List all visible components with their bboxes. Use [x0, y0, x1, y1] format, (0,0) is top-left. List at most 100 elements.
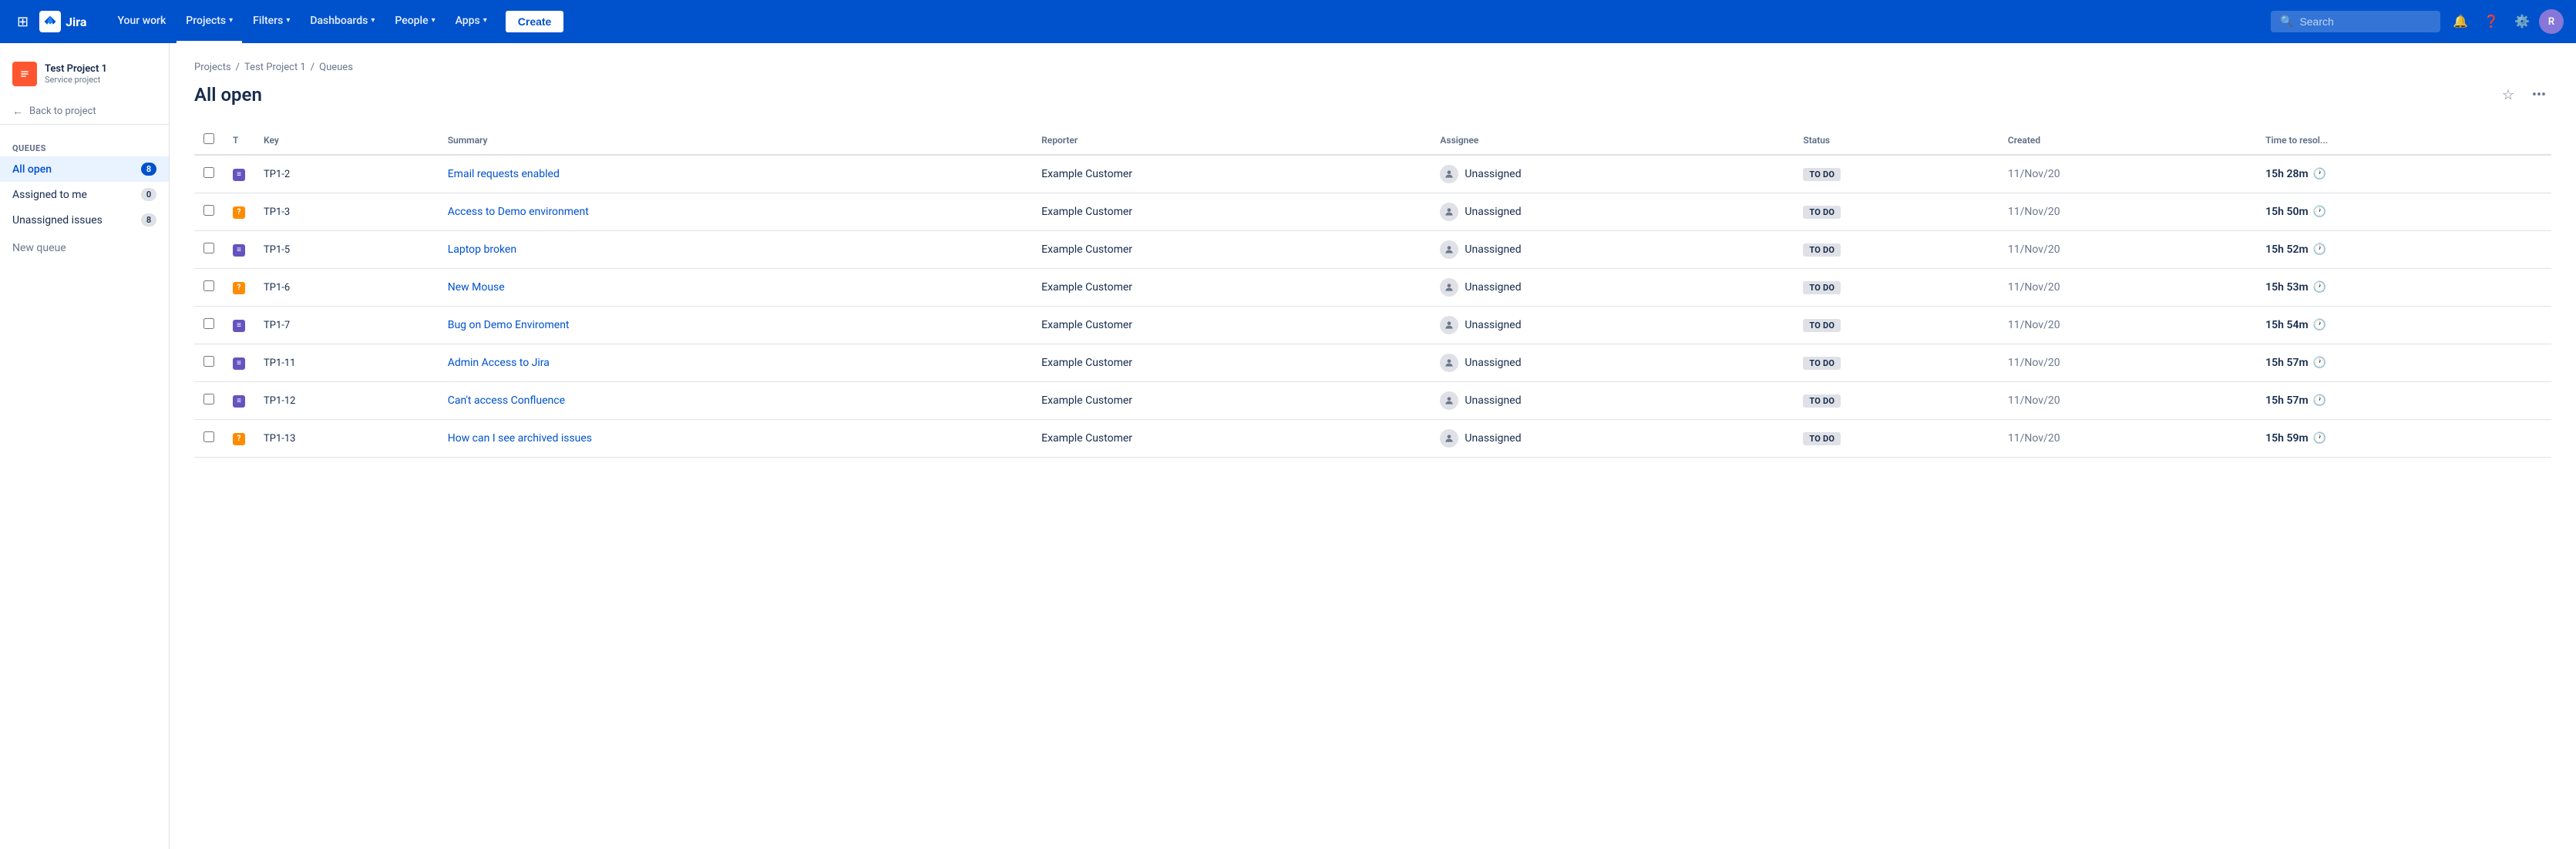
issue-link[interactable]: Email requests enabled — [448, 168, 560, 180]
select-all-checkbox[interactable] — [203, 133, 214, 144]
header-time[interactable]: Time to resol... — [2256, 126, 2551, 155]
back-to-project-button[interactable]: ← Back to project — [0, 99, 169, 125]
header-created[interactable]: Created — [1999, 126, 2256, 155]
row-key-cell: TP1-13 — [254, 420, 439, 458]
table-row[interactable]: ≡ TP1-7 Bug on Demo Enviroment Example C… — [194, 307, 2551, 344]
row-summary-cell[interactable]: Admin Access to Jira — [439, 344, 1032, 382]
nav-dashboards[interactable]: Dashboards ▾ — [301, 0, 384, 43]
star-button[interactable]: ☆ — [2496, 82, 2521, 107]
table-row[interactable]: ≡ TP1-2 Email requests enabled Example C… — [194, 155, 2551, 193]
row-checkbox-cell[interactable] — [194, 344, 224, 382]
issue-link[interactable]: Access to Demo environment — [448, 206, 589, 218]
issue-link[interactable]: Bug on Demo Enviroment — [448, 319, 570, 331]
row-summary-cell[interactable]: Email requests enabled — [439, 155, 1032, 193]
row-summary-cell[interactable]: Access to Demo environment — [439, 193, 1032, 231]
row-checkbox[interactable] — [203, 280, 214, 291]
type-icon: ≡ — [233, 320, 245, 332]
clock-icon: 🕐 — [2313, 243, 2326, 256]
status-badge: TO DO — [1803, 168, 1841, 181]
row-checkbox-cell[interactable] — [194, 155, 224, 193]
filters-chevron: ▾ — [286, 16, 290, 25]
issue-link[interactable]: Laptop broken — [448, 243, 516, 256]
breadcrumb-projects[interactable]: Projects — [194, 62, 231, 73]
table-row[interactable]: ≡ TP1-5 Laptop broken Example Customer U… — [194, 231, 2551, 269]
jira-logo-icon — [39, 11, 61, 32]
assignee-avatar — [1440, 316, 1458, 334]
header-reporter[interactable]: Reporter — [1032, 126, 1431, 155]
row-status-cell: TO DO — [1794, 155, 1999, 193]
project-info: Test Project 1 Service project — [45, 63, 107, 85]
row-key-cell: TP1-11 — [254, 344, 439, 382]
row-summary-cell[interactable]: Bug on Demo Enviroment — [439, 307, 1032, 344]
sidebar-item-assigned-to-me[interactable]: Assigned to me 0 — [0, 182, 169, 207]
issue-link[interactable]: How can I see archived issues — [448, 432, 592, 445]
row-type-cell: ? — [224, 420, 254, 458]
row-summary-cell[interactable]: Laptop broken — [439, 231, 1032, 269]
row-checkbox-cell[interactable] — [194, 231, 224, 269]
row-checkbox[interactable] — [203, 167, 214, 178]
row-checkbox[interactable] — [203, 356, 214, 367]
header-key[interactable]: Key — [254, 126, 439, 155]
status-badge: TO DO — [1803, 281, 1841, 294]
search-box[interactable]: 🔍 — [2271, 11, 2440, 32]
row-checkbox[interactable] — [203, 243, 214, 253]
nav-filters[interactable]: Filters ▾ — [244, 0, 299, 43]
issue-link[interactable]: Admin Access to Jira — [448, 357, 550, 369]
row-status-cell: TO DO — [1794, 307, 1999, 344]
row-checkbox[interactable] — [203, 318, 214, 329]
row-time-cell: 15h 50m 🕐 — [2256, 193, 2551, 231]
row-checkbox-cell[interactable] — [194, 269, 224, 307]
avatar[interactable]: R — [2539, 9, 2564, 34]
row-checkbox-cell[interactable] — [194, 193, 224, 231]
table-row[interactable]: ? TP1-13 How can I see archived issues E… — [194, 420, 2551, 458]
row-reporter-cell: Example Customer — [1032, 382, 1431, 420]
main-nav: Your work Projects ▾ Filters ▾ Dashboard… — [108, 0, 496, 43]
row-summary-cell[interactable]: Can't access Confluence — [439, 382, 1032, 420]
row-checkbox-cell[interactable] — [194, 382, 224, 420]
all-open-badge: 8 — [141, 163, 156, 176]
search-input[interactable] — [2299, 15, 2407, 28]
notifications-button[interactable]: 🔔 — [2447, 8, 2474, 35]
row-checkbox-cell[interactable] — [194, 420, 224, 458]
nav-your-work[interactable]: Your work — [108, 0, 175, 43]
grid-icon[interactable]: ⊞ — [12, 9, 33, 35]
row-created-cell: 11/Nov/20 — [1999, 193, 2256, 231]
nav-projects[interactable]: Projects ▾ — [177, 0, 242, 43]
time-value: 15h 57m — [2265, 357, 2308, 369]
sidebar-item-all-open[interactable]: All open 8 — [0, 156, 169, 182]
help-button[interactable]: ❓ — [2477, 8, 2505, 35]
row-time-cell: 15h 28m 🕐 — [2256, 155, 2551, 193]
issue-link[interactable]: Can't access Confluence — [448, 394, 565, 407]
header-checkbox[interactable] — [194, 126, 224, 155]
sidebar-item-unassigned-issues[interactable]: Unassigned issues 8 — [0, 207, 169, 233]
assignee-avatar — [1440, 278, 1458, 297]
row-summary-cell[interactable]: New Mouse — [439, 269, 1032, 307]
dashboards-chevron: ▾ — [371, 16, 375, 25]
breadcrumb-project[interactable]: Test Project 1 — [244, 62, 306, 73]
row-checkbox-cell[interactable] — [194, 307, 224, 344]
nav-apps[interactable]: Apps ▾ — [446, 0, 496, 43]
header-summary[interactable]: Summary — [439, 126, 1032, 155]
row-checkbox[interactable] — [203, 394, 214, 404]
table-row[interactable]: ≡ TP1-11 Admin Access to Jira Example Cu… — [194, 344, 2551, 382]
issue-link[interactable]: New Mouse — [448, 281, 505, 294]
row-key-cell: TP1-6 — [254, 269, 439, 307]
settings-button[interactable]: ⚙️ — [2508, 8, 2536, 35]
row-checkbox[interactable] — [203, 431, 214, 442]
row-summary-cell[interactable]: How can I see archived issues — [439, 420, 1032, 458]
more-button[interactable]: ••• — [2527, 82, 2551, 107]
row-assignee-cell: Unassigned — [1431, 231, 1794, 269]
nav-people[interactable]: People ▾ — [385, 0, 444, 43]
header-assignee[interactable]: Assignee — [1431, 126, 1794, 155]
table-row[interactable]: ≡ TP1-12 Can't access Confluence Example… — [194, 382, 2551, 420]
row-checkbox[interactable] — [203, 205, 214, 216]
create-button[interactable]: Create — [506, 11, 564, 32]
new-queue-button[interactable]: New queue — [0, 236, 169, 260]
row-status-cell: TO DO — [1794, 382, 1999, 420]
jira-logo[interactable]: Jira — [39, 11, 86, 32]
table-row[interactable]: ? TP1-6 New Mouse Example Customer Unass… — [194, 269, 2551, 307]
header-status[interactable]: Status — [1794, 126, 1999, 155]
assigned-to-me-label: Assigned to me — [12, 189, 87, 201]
table-row[interactable]: ? TP1-3 Access to Demo environment Examp… — [194, 193, 2551, 231]
row-type-cell: ? — [224, 269, 254, 307]
